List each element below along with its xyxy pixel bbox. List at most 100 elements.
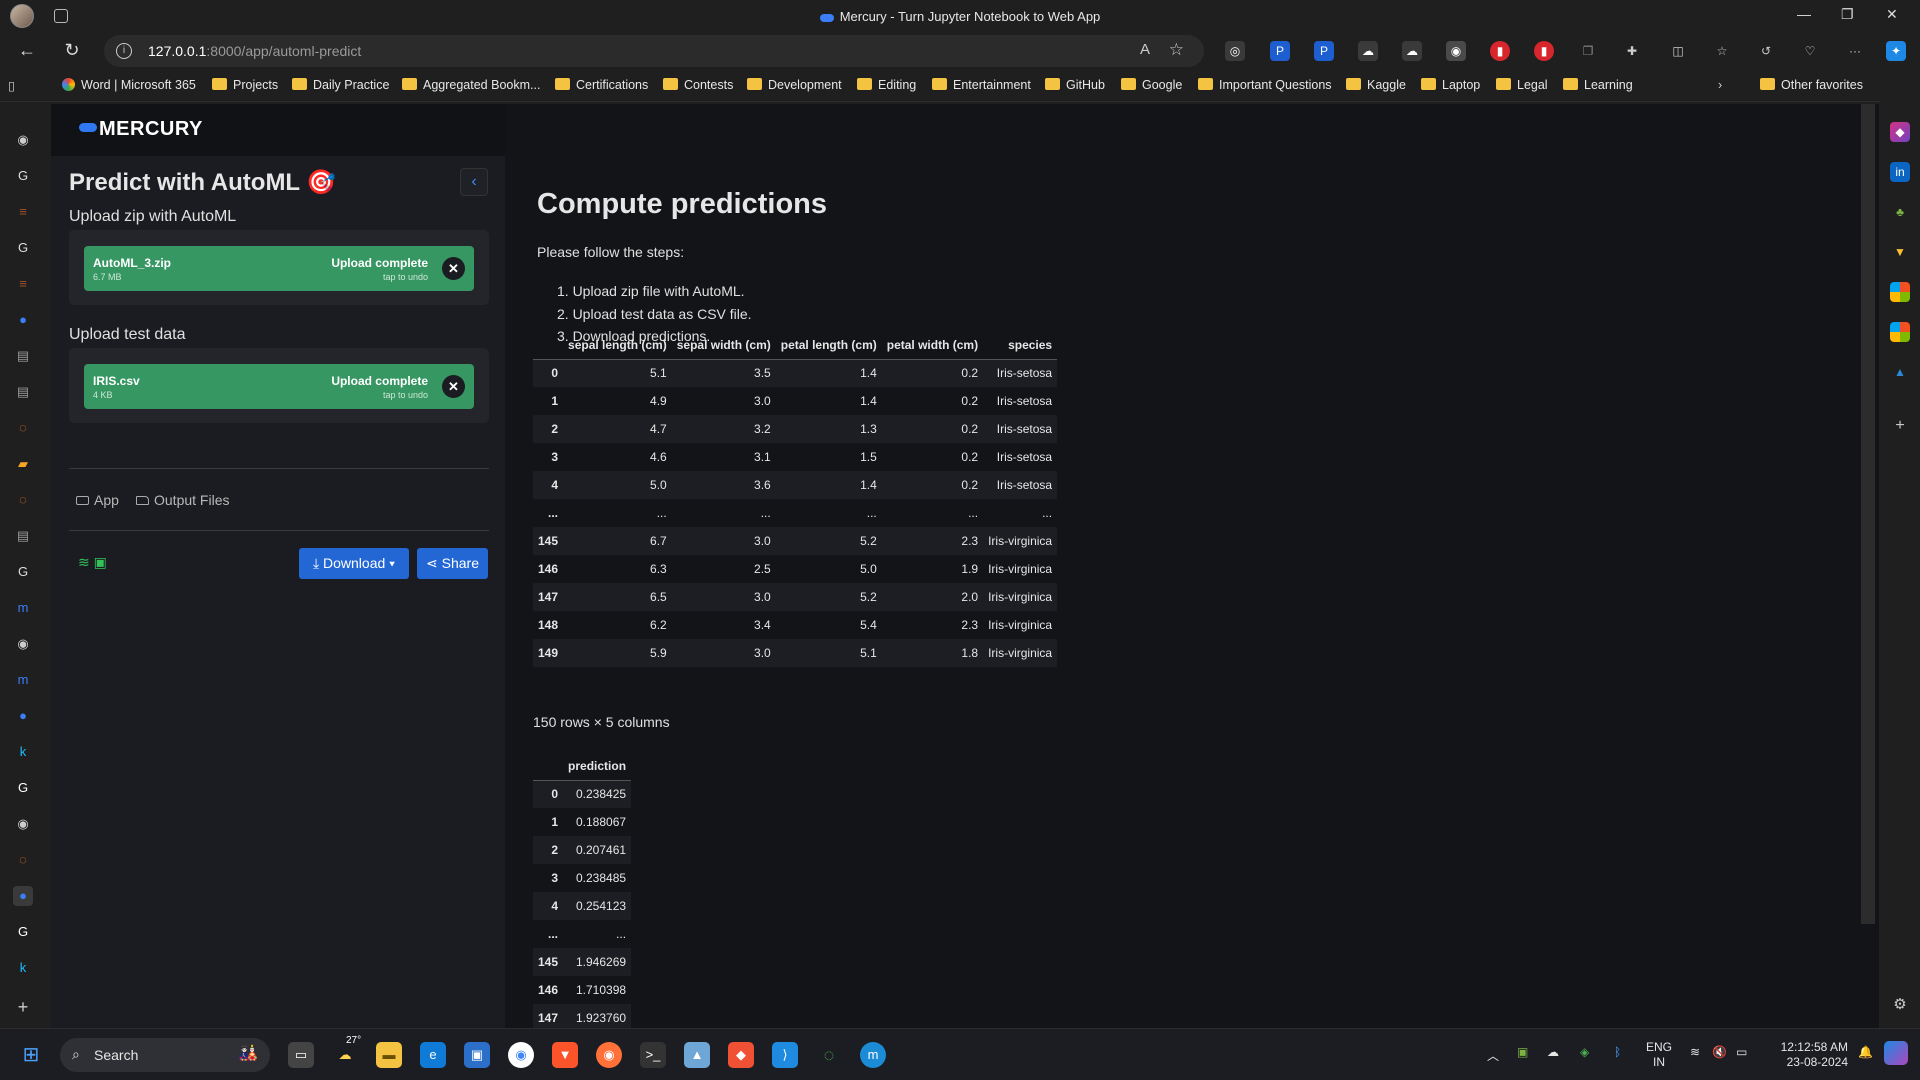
wifi-tray-icon[interactable]: ≋ xyxy=(1690,1045,1700,1059)
task-view-icon[interactable]: ▭ xyxy=(288,1042,314,1068)
sidebar-designer-icon[interactable]: ◆ xyxy=(1890,122,1910,142)
tab-google-icon[interactable]: G xyxy=(13,562,33,582)
clock[interactable]: 12:12:58 AM 23-08-2024 xyxy=(1768,1040,1848,1070)
tab-stack-icon[interactable]: ≡ xyxy=(13,274,33,294)
restore-icon[interactable]: ❐ xyxy=(1841,6,1854,23)
sidebar-tree-icon[interactable]: ♣ xyxy=(1890,202,1910,222)
mercury-logo[interactable]: MERCURY xyxy=(79,118,203,141)
tab-m-icon[interactable]: m xyxy=(13,598,33,618)
url-text[interactable]: 127.0.0.1:8000/app/automl-predict xyxy=(148,43,361,59)
performance-icon[interactable]: ♡ xyxy=(1800,41,1820,61)
onedrive-icon[interactable]: ☁ xyxy=(1547,1045,1559,1059)
bookmark-folder[interactable]: Aggregated Bookm... xyxy=(402,78,540,92)
bookmark-folder[interactable]: Laptop xyxy=(1421,78,1480,92)
sidebar-azure-icon[interactable]: ▲ xyxy=(1890,362,1910,382)
bookmark-folder[interactable]: Google xyxy=(1121,78,1182,92)
extension-camera-icon[interactable]: ◉ xyxy=(1446,41,1466,61)
nav-app-link[interactable]: App xyxy=(76,492,119,508)
git-icon[interactable]: ◆ xyxy=(728,1042,754,1068)
tray-app-icon[interactable]: ▣ xyxy=(1517,1045,1528,1059)
tab-jupyter-icon[interactable]: ◌ xyxy=(13,490,33,510)
firefox-icon[interactable]: ◉ xyxy=(596,1042,622,1068)
collapse-sidebar-button[interactable]: ‹ xyxy=(460,168,488,196)
address-bar[interactable]: i 127.0.0.1:8000/app/automl-predict A ☆ xyxy=(104,35,1204,67)
upload-zip-dropzone[interactable]: AutoML_3.zip 6.7 MB Upload complete tap … xyxy=(69,230,489,305)
bookmark-folder[interactable]: Daily Practice xyxy=(292,78,389,92)
bookmark-folder[interactable]: Legal xyxy=(1496,78,1548,92)
undo-hint[interactable]: tap to undo xyxy=(383,390,428,400)
bookmark-folder[interactable]: Projects xyxy=(212,78,278,92)
bluetooth-icon[interactable]: ᛒ xyxy=(1614,1045,1621,1059)
extension-cloud2-icon[interactable]: ☁ xyxy=(1402,41,1422,61)
minimize-icon[interactable]: — xyxy=(1797,6,1811,22)
tab-doc-icon[interactable]: ▤ xyxy=(13,346,33,366)
close-icon[interactable]: ✕ xyxy=(1886,6,1898,23)
language-indicator[interactable]: ENG IN xyxy=(1646,1040,1672,1070)
tab-google-icon[interactable]: G xyxy=(13,778,33,798)
vscode-icon[interactable]: ⟩ xyxy=(772,1042,798,1068)
favorite-star-icon[interactable]: ☆ xyxy=(1169,40,1184,60)
vertical-tabs-icon[interactable]: ▯ xyxy=(8,78,15,93)
bookmark-folder[interactable]: Learning xyxy=(1563,78,1633,92)
bookmark-folder[interactable]: Development xyxy=(747,78,842,92)
tab-kaggle-icon[interactable]: k xyxy=(13,742,33,762)
tab-kaggle-icon[interactable]: k xyxy=(13,958,33,978)
tab-jupyter-icon[interactable]: ◌ xyxy=(13,850,33,870)
tray-chevron-up-icon[interactable]: ︿ xyxy=(1487,1047,1499,1064)
bookmark-folder[interactable]: Important Questions xyxy=(1198,78,1332,92)
mercury-taskbar-icon[interactable]: m xyxy=(860,1042,886,1068)
nav-output-files-link[interactable]: Output Files xyxy=(136,492,229,508)
sidebar-add-icon[interactable]: + xyxy=(1890,416,1910,436)
extension-red2-icon[interactable]: ▮ xyxy=(1534,41,1554,61)
edge-icon[interactable]: e xyxy=(420,1042,446,1068)
tab-github-icon[interactable]: ◉ xyxy=(13,634,33,654)
tab-doc-icon[interactable]: ▤ xyxy=(13,382,33,402)
tab-mercury-icon[interactable]: ● xyxy=(13,706,33,726)
bookmark-other-favorites[interactable]: Other favorites xyxy=(1760,78,1863,92)
extension-cloud-icon[interactable]: ☁ xyxy=(1358,41,1378,61)
read-aloud-icon[interactable]: A xyxy=(1140,41,1150,58)
file-explorer-icon[interactable]: ▬ xyxy=(376,1042,402,1068)
bookmark-folder[interactable]: Entertainment xyxy=(932,78,1031,92)
bookmark-folder[interactable]: Certifications xyxy=(555,78,648,92)
sidebar-linkedin-icon[interactable]: in xyxy=(1890,162,1910,182)
notification-bell-icon[interactable]: 🔔 xyxy=(1858,1045,1873,1059)
extensions-puzzle-icon[interactable]: ✚ xyxy=(1622,41,1642,61)
remove-file-close-icon[interactable]: ✕ xyxy=(442,257,465,280)
bookmark-word[interactable]: Word | Microsoft 365 xyxy=(62,78,196,92)
tab-m-icon[interactable]: m xyxy=(13,670,33,690)
extension-red-icon[interactable]: ▮ xyxy=(1490,41,1510,61)
store-icon[interactable]: ▣ xyxy=(464,1042,490,1068)
photos-icon[interactable]: ▲ xyxy=(684,1042,710,1068)
volume-muted-icon[interactable]: 🔇 xyxy=(1712,1045,1727,1059)
main-scrollbar[interactable] xyxy=(1861,104,1875,924)
terminal-icon[interactable]: >_ xyxy=(640,1042,666,1068)
battery-icon[interactable]: ▭ xyxy=(1736,1045,1747,1059)
split-screen-icon[interactable]: ◫ xyxy=(1668,41,1688,61)
tab-google-icon[interactable]: G xyxy=(13,238,33,258)
extension-copy-icon[interactable]: ❐ xyxy=(1578,41,1598,61)
bookmark-folder[interactable]: GitHub xyxy=(1045,78,1105,92)
copilot-taskbar-icon[interactable] xyxy=(1884,1041,1908,1065)
tab-jupyter-icon[interactable]: ◌ xyxy=(13,418,33,438)
history-icon[interactable]: ↺ xyxy=(1756,41,1776,61)
tab-notes-icon[interactable]: ▰ xyxy=(13,454,33,474)
more-menu-icon[interactable]: ··· xyxy=(1845,41,1865,61)
share-button[interactable]: ⋖ Share xyxy=(417,548,488,579)
chrome-icon[interactable]: ◉ xyxy=(508,1042,534,1068)
sync-app-icon[interactable]: ◌ xyxy=(816,1042,842,1068)
favorites-icon[interactable]: ☆ xyxy=(1712,41,1732,61)
undo-hint[interactable]: tap to undo xyxy=(383,272,428,282)
sidebar-trophy-icon[interactable]: ▼ xyxy=(1890,242,1910,262)
bookmarks-overflow-chevron-icon[interactable]: › xyxy=(1718,78,1722,92)
extension-p2-icon[interactable]: P xyxy=(1314,41,1334,61)
windows-start-icon[interactable]: ⊞ xyxy=(18,1042,44,1068)
tab-google-icon[interactable]: G xyxy=(13,166,33,186)
brave-icon[interactable]: ▼ xyxy=(552,1042,578,1068)
sidebar-office-icon[interactable] xyxy=(1890,282,1910,302)
defender-icon[interactable]: ◈ xyxy=(1580,1045,1589,1059)
new-tab-plus-icon[interactable]: + xyxy=(13,997,33,1017)
tab-mercury-icon[interactable]: ● xyxy=(13,310,33,330)
download-button[interactable]: ⤓ Download ▾ xyxy=(299,548,409,579)
tab-doc-icon[interactable]: ▤ xyxy=(13,526,33,546)
